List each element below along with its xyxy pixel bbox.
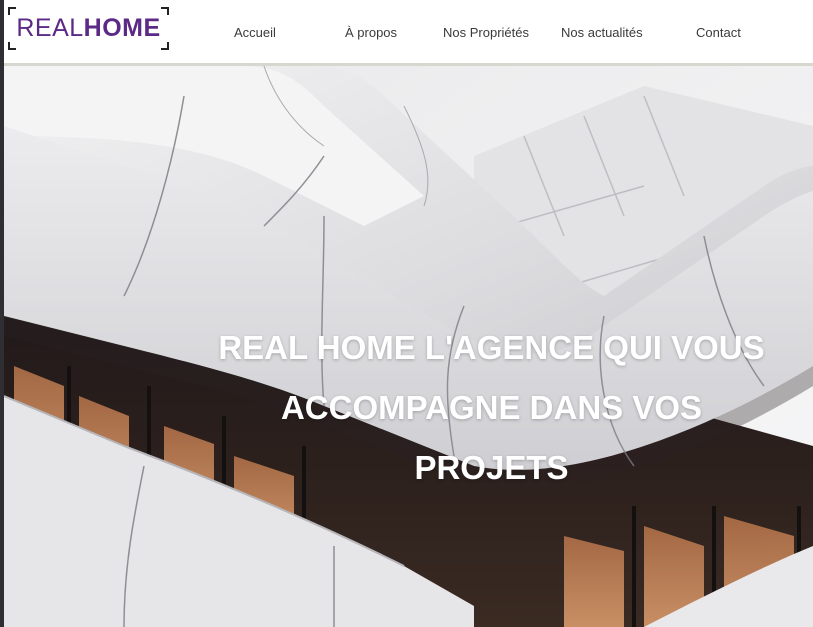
window-edge (0, 0, 4, 627)
hero-title-line: PROJETS (414, 449, 569, 486)
hero-title-line: REAL HOME L'AGENCE QUI VOUS (218, 329, 765, 366)
page: REALHOME Accueil À propos Nos Propriétés… (0, 0, 813, 627)
nav-contact[interactable]: Contact (696, 25, 741, 40)
nav-a-propos[interactable]: À propos (345, 25, 397, 40)
hero-title-line: ACCOMPAGNE DANS VOS (280, 389, 703, 426)
main-nav: Accueil À propos Nos Propriétés Nos actu… (4, 0, 813, 66)
nav-nos-proprietes[interactable]: Nos Propriétés (443, 25, 529, 40)
nav-accueil[interactable]: Accueil (234, 25, 276, 40)
hero-banner: REAL HOME L'AGENCE QUI VOUS ACCOMPAGNE D… (4, 66, 813, 627)
site-header: REALHOME Accueil À propos Nos Propriétés… (4, 0, 813, 66)
hero-title: REAL HOME L'AGENCE QUI VOUS ACCOMPAGNE D… (189, 318, 794, 498)
nav-nos-actualites[interactable]: Nos actualités (561, 25, 643, 40)
